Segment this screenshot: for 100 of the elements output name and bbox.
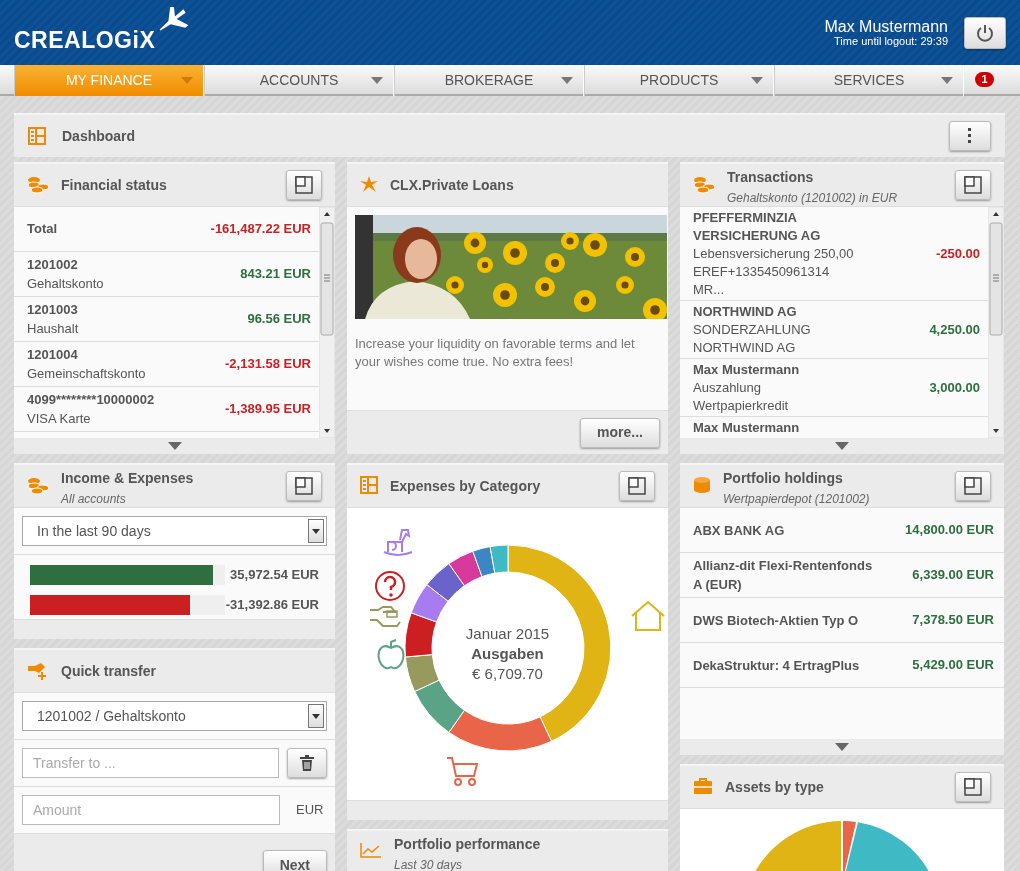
transaction-amount: 3,000.00 [929, 379, 980, 397]
expand-button[interactable] [955, 772, 991, 802]
holding-value: 14,800.00 EUR [905, 521, 994, 540]
notification-badge[interactable]: 1 [975, 72, 994, 87]
account-name: Haushalt [27, 320, 79, 338]
total-label: Total [27, 220, 58, 239]
more-vertical-icon [968, 128, 972, 144]
holding-value: 7,378.50 EUR [912, 611, 994, 630]
nav-tab[interactable]: ACCOUNTS [204, 65, 394, 96]
account-number: 1201004 [27, 345, 79, 364]
dropdown-arrow-icon [561, 77, 573, 84]
expand-button[interactable] [955, 471, 991, 501]
nav-tab[interactable]: PRODUCTS [584, 65, 774, 96]
power-icon [976, 23, 994, 42]
account-number: 1201002 [27, 255, 79, 274]
chart-month: Januar 2015 [464, 624, 551, 644]
expand-button[interactable] [955, 170, 991, 200]
holding-name: ABX BANK AG [693, 521, 785, 540]
expand-icon [295, 176, 313, 194]
star-icon [360, 175, 378, 195]
panel-title: CLX.Private Loans [390, 175, 515, 195]
panel-subtitle: All accounts [61, 492, 127, 505]
input-field[interactable]: Transfer to ... [22, 748, 280, 778]
cart-icon [445, 756, 478, 786]
next-button[interactable]: Next [262, 850, 327, 871]
caret-icon [312, 528, 320, 534]
hand-plus-icon [27, 661, 49, 681]
house-icon [629, 600, 666, 632]
briefcase-icon [693, 777, 713, 797]
trash-icon [300, 755, 315, 771]
account-name: Gemeinschaftskonto [27, 365, 146, 383]
dropdown-arrow-icon [371, 77, 383, 84]
expand-button[interactable] [286, 471, 322, 501]
more-options-button[interactable] [949, 121, 991, 151]
donut-segment [425, 563, 465, 602]
transaction-detail: Wertpapierkredit [693, 397, 790, 415]
panel-title: Assets by type [725, 777, 825, 797]
panel-subtitle: Wertpapierdepot (1201002) [723, 492, 871, 505]
expand-button[interactable] [619, 471, 655, 501]
nav-tab[interactable]: SERVICES [774, 65, 964, 96]
transaction-detail: SONDERZAHLUNG [693, 321, 812, 339]
account-select[interactable]: 1201002 / Gehaltskonto [22, 701, 327, 731]
expand-icon [628, 477, 646, 495]
transaction-party: NORTHWIND AG [693, 303, 798, 321]
more-button[interactable]: more... [580, 417, 660, 448]
transaction-party: Max Mustermann [693, 419, 801, 437]
transaction-amount: 4,250.00 [929, 321, 980, 339]
dropdown-arrow-icon [751, 77, 763, 84]
total-amount: -161,487.22 EUR [210, 220, 311, 239]
coins-icon [693, 175, 715, 195]
transaction-party: Max Mustermann [693, 361, 801, 379]
transaction-detail: EREF+1335450961314 [693, 263, 831, 281]
panel-title: Income & Expenses [61, 468, 195, 488]
holding-value: 6,339.00 EUR [912, 566, 994, 585]
transaction-detail: NORTHWIND AG [693, 339, 797, 357]
dashboard-icon [360, 476, 378, 496]
cylinder-icon [693, 476, 711, 496]
coins-icon [27, 476, 49, 496]
account-balance: -1,389.95 EUR [225, 400, 311, 419]
dashboard-icon [28, 127, 46, 145]
holding-name: Allianz-dit Flexi-Rentenfonds A (EUR) [693, 557, 873, 594]
panel-title: Expenses by Category [390, 476, 542, 496]
show-more-arrow[interactable] [167, 442, 182, 450]
expand-icon [964, 778, 982, 796]
chart-label: Ausgaben [470, 644, 545, 664]
account-balance: 96.56 EUR [247, 310, 311, 329]
account-number: 1201003 [27, 300, 79, 319]
account-name: Gehaltskonto [27, 275, 104, 293]
dropdown-arrow-icon [181, 77, 193, 84]
holding-name: DekaStruktur: 4 ErtragPlus [693, 656, 860, 675]
holding-value: 5,429.00 EUR [912, 656, 994, 675]
account-balance: 843.21 EUR [240, 265, 311, 284]
expand-icon [964, 477, 982, 495]
expand-button[interactable] [286, 170, 322, 200]
dropdown-arrow-icon [941, 77, 953, 84]
transaction-detail: Lebensversicherung 250,00 [693, 245, 855, 263]
transaction-party: PFEFFERMINZIA VERSICHERUNG AG [693, 209, 822, 245]
transaction-amount: -250.00 [935, 245, 980, 263]
transaction-detail: Auszahlung [693, 379, 762, 397]
delete-button[interactable] [287, 748, 327, 778]
logout-button[interactable] [964, 16, 1006, 49]
rocking-horse-icon [381, 526, 414, 556]
show-more-arrow[interactable] [835, 743, 849, 751]
logout-timer: Time until logout: 29:39 [833, 35, 948, 48]
panel-title: Transactions [727, 167, 815, 187]
account-balance: -2,131.58 EUR [225, 355, 311, 374]
caret-icon [312, 713, 320, 719]
panel-title: Financial status [61, 175, 168, 195]
show-more-arrow[interactable] [835, 442, 849, 450]
logo-text: CREALOGiX [14, 26, 156, 56]
period-select[interactable]: In the last 90 days [22, 516, 327, 546]
coins-icon [27, 175, 49, 195]
apple-icon [376, 639, 405, 671]
holding-name: DWS Biotech-Aktien Typ O [693, 611, 859, 630]
input-field[interactable]: Amount [22, 795, 280, 825]
nav-tab[interactable]: BROKERAGE [394, 65, 584, 96]
panel-subtitle: Last 30 days [394, 858, 464, 871]
account-name: VISA Karte [27, 410, 92, 428]
transaction-detail: MR... [693, 281, 726, 299]
expand-icon [964, 176, 982, 194]
